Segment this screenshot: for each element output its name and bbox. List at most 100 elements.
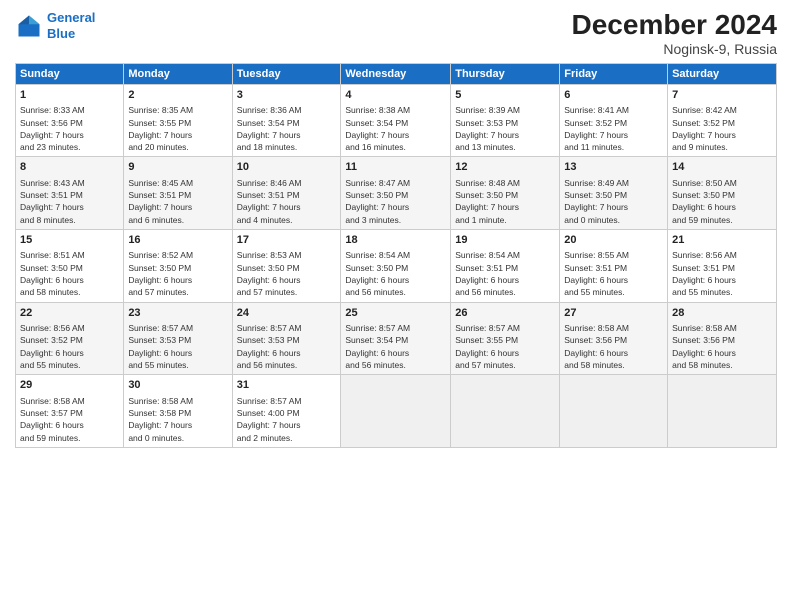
col-sunday: Sunday	[16, 63, 124, 84]
table-row: 7Sunrise: 8:42 AM Sunset: 3:52 PM Daylig…	[668, 84, 777, 157]
day-info: Sunrise: 8:51 AM Sunset: 3:50 PM Dayligh…	[20, 249, 119, 298]
day-number: 11	[345, 160, 446, 175]
day-info: Sunrise: 8:36 AM Sunset: 3:54 PM Dayligh…	[237, 104, 337, 153]
day-info: Sunrise: 8:47 AM Sunset: 3:50 PM Dayligh…	[345, 177, 446, 226]
page: General Blue December 2024 Noginsk-9, Ru…	[0, 0, 792, 612]
logo: General Blue	[15, 10, 95, 41]
table-row: 21Sunrise: 8:56 AM Sunset: 3:51 PM Dayli…	[668, 230, 777, 303]
day-number: 10	[237, 160, 337, 175]
logo-text: General Blue	[47, 10, 95, 41]
table-row: 22Sunrise: 8:56 AM Sunset: 3:52 PM Dayli…	[16, 302, 124, 375]
day-number: 30	[128, 378, 227, 393]
day-number: 26	[455, 306, 555, 321]
day-info: Sunrise: 8:57 AM Sunset: 3:54 PM Dayligh…	[345, 322, 446, 371]
table-row: 18Sunrise: 8:54 AM Sunset: 3:50 PM Dayli…	[341, 230, 451, 303]
table-row: 20Sunrise: 8:55 AM Sunset: 3:51 PM Dayli…	[560, 230, 668, 303]
table-row: 10Sunrise: 8:46 AM Sunset: 3:51 PM Dayli…	[232, 157, 341, 230]
header: General Blue December 2024 Noginsk-9, Ru…	[15, 10, 777, 57]
day-number: 2	[128, 88, 227, 103]
day-info: Sunrise: 8:53 AM Sunset: 3:50 PM Dayligh…	[237, 249, 337, 298]
day-info: Sunrise: 8:55 AM Sunset: 3:51 PM Dayligh…	[564, 249, 663, 298]
day-info: Sunrise: 8:49 AM Sunset: 3:50 PM Dayligh…	[564, 177, 663, 226]
day-number: 7	[672, 88, 772, 103]
day-info: Sunrise: 8:57 AM Sunset: 3:55 PM Dayligh…	[455, 322, 555, 371]
day-number: 6	[564, 88, 663, 103]
day-info: Sunrise: 8:57 AM Sunset: 4:00 PM Dayligh…	[237, 395, 337, 444]
col-monday: Monday	[124, 63, 232, 84]
table-row: 24Sunrise: 8:57 AM Sunset: 3:53 PM Dayli…	[232, 302, 341, 375]
day-number: 18	[345, 233, 446, 248]
day-info: Sunrise: 8:54 AM Sunset: 3:51 PM Dayligh…	[455, 249, 555, 298]
table-row: 13Sunrise: 8:49 AM Sunset: 3:50 PM Dayli…	[560, 157, 668, 230]
table-row: 19Sunrise: 8:54 AM Sunset: 3:51 PM Dayli…	[451, 230, 560, 303]
table-row	[451, 375, 560, 448]
table-row: 15Sunrise: 8:51 AM Sunset: 3:50 PM Dayli…	[16, 230, 124, 303]
day-number: 16	[128, 233, 227, 248]
calendar-week-row: 8Sunrise: 8:43 AM Sunset: 3:51 PM Daylig…	[16, 157, 777, 230]
day-info: Sunrise: 8:48 AM Sunset: 3:50 PM Dayligh…	[455, 177, 555, 226]
day-number: 31	[237, 378, 337, 393]
day-number: 21	[672, 233, 772, 248]
day-number: 19	[455, 233, 555, 248]
day-info: Sunrise: 8:58 AM Sunset: 3:56 PM Dayligh…	[672, 322, 772, 371]
day-info: Sunrise: 8:50 AM Sunset: 3:50 PM Dayligh…	[672, 177, 772, 226]
table-row: 11 Sunrise: 8:47 AM Sunset: 3:50 PM Dayli…	[341, 157, 451, 230]
table-row: 2Sunrise: 8:35 AM Sunset: 3:55 PM Daylig…	[124, 84, 232, 157]
day-number: 15	[20, 233, 119, 248]
day-info: Sunrise: 8:35 AM Sunset: 3:55 PM Dayligh…	[128, 104, 227, 153]
col-thursday: Thursday	[451, 63, 560, 84]
logo-icon	[15, 12, 43, 40]
table-row: 5Sunrise: 8:39 AM Sunset: 3:53 PM Daylig…	[451, 84, 560, 157]
table-row	[341, 375, 451, 448]
calendar-week-row: 22Sunrise: 8:56 AM Sunset: 3:52 PM Dayli…	[16, 302, 777, 375]
day-info: Sunrise: 8:54 AM Sunset: 3:50 PM Dayligh…	[345, 249, 446, 298]
table-row	[668, 375, 777, 448]
day-number: 23	[128, 306, 227, 321]
day-number: 28	[672, 306, 772, 321]
day-number: 20	[564, 233, 663, 248]
calendar-week-row: 29 Sunrise: 8:58 AM Sunset: 3:57 PM Dayli…	[16, 375, 777, 448]
day-number: 1	[20, 88, 119, 103]
day-number: 3	[237, 88, 337, 103]
day-number: 27	[564, 306, 663, 321]
day-number: 24	[237, 306, 337, 321]
day-number: 9	[128, 160, 227, 175]
day-number: 14	[672, 160, 772, 175]
col-saturday: Saturday	[668, 63, 777, 84]
day-info: Sunrise: 8:56 AM Sunset: 3:51 PM Dayligh…	[672, 249, 772, 298]
day-number: 25	[345, 306, 446, 321]
day-info: Sunrise: 8:52 AM Sunset: 3:50 PM Dayligh…	[128, 249, 227, 298]
table-row: 14 Sunrise: 8:50 AM Sunset: 3:50 PM Dayli…	[668, 157, 777, 230]
table-row: 4Sunrise: 8:38 AM Sunset: 3:54 PM Daylig…	[341, 84, 451, 157]
table-row: 23Sunrise: 8:57 AM Sunset: 3:53 PM Dayli…	[124, 302, 232, 375]
day-info: Sunrise: 8:38 AM Sunset: 3:54 PM Dayligh…	[345, 104, 446, 153]
day-number: 4	[345, 88, 446, 103]
calendar-header-row: Sunday Monday Tuesday Wednesday Thursday…	[16, 63, 777, 84]
col-friday: Friday	[560, 63, 668, 84]
day-info: Sunrise: 8:42 AM Sunset: 3:52 PM Dayligh…	[672, 104, 772, 153]
main-title: December 2024	[572, 10, 777, 41]
table-row: 16Sunrise: 8:52 AM Sunset: 3:50 PM Dayli…	[124, 230, 232, 303]
logo-line2: Blue	[47, 26, 75, 41]
table-row: 30 Sunrise: 8:58 AM Sunset: 3:58 PM Dayli…	[124, 375, 232, 448]
day-number: 8	[20, 160, 119, 175]
day-info: Sunrise: 8:58 AM Sunset: 3:57 PM Dayligh…	[20, 395, 119, 444]
table-row: 27Sunrise: 8:58 AM Sunset: 3:56 PM Dayli…	[560, 302, 668, 375]
title-block: December 2024 Noginsk-9, Russia	[572, 10, 777, 57]
table-row: 1Sunrise: 8:33 AM Sunset: 3:56 PM Daylig…	[16, 84, 124, 157]
day-number: 17	[237, 233, 337, 248]
day-info: Sunrise: 8:33 AM Sunset: 3:56 PM Dayligh…	[20, 104, 119, 153]
calendar-table: Sunday Monday Tuesday Wednesday Thursday…	[15, 63, 777, 448]
col-wednesday: Wednesday	[341, 63, 451, 84]
day-number: 5	[455, 88, 555, 103]
subtitle: Noginsk-9, Russia	[572, 41, 777, 57]
table-row: 9Sunrise: 8:45 AM Sunset: 3:51 PM Daylig…	[124, 157, 232, 230]
table-row: 29 Sunrise: 8:58 AM Sunset: 3:57 PM Dayli…	[16, 375, 124, 448]
day-number: 29	[20, 378, 119, 393]
table-row: 8Sunrise: 8:43 AM Sunset: 3:51 PM Daylig…	[16, 157, 124, 230]
table-row: 26Sunrise: 8:57 AM Sunset: 3:55 PM Dayli…	[451, 302, 560, 375]
table-row: 28Sunrise: 8:58 AM Sunset: 3:56 PM Dayli…	[668, 302, 777, 375]
table-row: 12Sunrise: 8:48 AM Sunset: 3:50 PM Dayli…	[451, 157, 560, 230]
day-info: Sunrise: 8:41 AM Sunset: 3:52 PM Dayligh…	[564, 104, 663, 153]
day-info: Sunrise: 8:58 AM Sunset: 3:58 PM Dayligh…	[128, 395, 227, 444]
